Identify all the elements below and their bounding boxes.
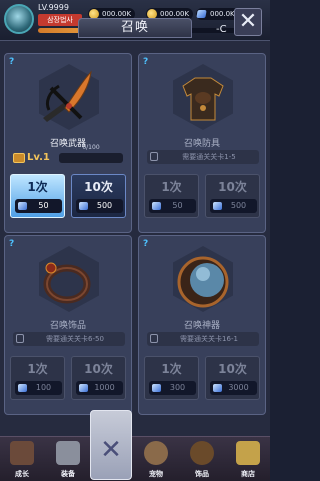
lock-icon [150,334,158,343]
help-icon[interactable]: ? [9,57,14,67]
progress-bar [59,153,123,163]
lock-icon [150,152,158,161]
help-icon[interactable]: ? [143,57,148,67]
nav-pets[interactable]: 宠物 [134,437,178,481]
summon-accessory-card: ? 召唤饰品 需要通关关卡6-50 1次 100 10次 1000 [4,235,132,415]
gem-icon [152,384,161,392]
summon-weapon-card: ? 召唤武器 Lv.1 0/100 1次 50 10次 500 [4,53,132,233]
level-text: Lv.1 [27,152,50,163]
gem-icon [18,384,27,392]
player-name: 삼장법사 [38,14,82,26]
pet-icon [144,441,168,465]
nav-shop[interactable]: 商店 [226,437,270,481]
armor-icon [182,77,224,121]
weapon-icon [43,70,92,122]
sword-icon [56,441,80,465]
summon-10x-button[interactable]: 10次 500 [71,174,126,218]
help-icon[interactable]: ? [143,239,148,249]
unlock-requirement: 需要通关关卡1-5 [147,150,259,164]
nav-growth[interactable]: 成长 [0,437,44,481]
unlock-requirement: 需要通关关卡16-1 [147,332,259,346]
gem-icon [196,10,207,18]
necklace-icon [190,441,214,465]
gem-icon [79,384,88,392]
unlock-requirement: 需要通关关卡6-50 [13,332,125,346]
summon-1x-button[interactable]: 1次 100 [10,356,65,400]
lock-icon [16,334,24,343]
nav-close-button[interactable]: ✕ [90,410,132,480]
card-title: 召唤神器 [183,321,220,331]
armor-icon [10,441,34,465]
nav-equipment[interactable]: 装备 [46,437,90,481]
summon-artifact-card: ? 召唤神器 需要通关关卡16-1 1次 300 10次 3000 [138,235,266,415]
gem-icon [18,202,27,210]
card-title: 召唤饰品 [49,321,86,331]
gem-icon [213,202,222,210]
page-title: 召唤 [78,18,192,38]
progress-text: 0/100 [82,144,100,151]
timer-text: -C [216,24,227,35]
summon-armor-card: ? 召唤防具 需要通关关卡1-5 1次 50 10次 500 [138,53,266,233]
summon-1x-button[interactable]: 1次 50 [144,174,199,218]
shop-icon [236,441,260,465]
bracelet-icon [43,262,91,304]
gem-icon [152,202,161,210]
gem-icon [213,384,222,392]
help-icon[interactable]: ? [9,239,14,249]
player-avatar[interactable] [4,4,34,34]
nav-accessories[interactable]: 饰品 [180,437,224,481]
summon-10x-button[interactable]: 10次 3000 [205,356,260,400]
bottom-nav: 成长 装备 宠物 饰品 商店 [0,436,270,481]
close-icon: ✕ [100,435,122,465]
level-row: Lv.1 0/100 [13,144,125,164]
summon-1x-button[interactable]: 1次 300 [144,356,199,400]
card-title: 召唤防具 [183,139,220,149]
summon-1x-button[interactable]: 1次 50 [10,174,65,218]
close-button[interactable]: ✕ [234,8,262,36]
orb-icon [177,256,229,308]
summon-10x-button[interactable]: 10次 1000 [71,356,126,400]
player-level: LV.9999 [38,3,69,12]
summon-10x-button[interactable]: 10次 500 [205,174,260,218]
summon-panel: ? 召唤武器 Lv.1 0/100 1次 50 10次 500 ? 召唤防具 需… [0,40,270,439]
currency-gem: 000.0K [196,8,239,20]
chest-icon [13,153,25,163]
gem-icon [79,202,88,210]
